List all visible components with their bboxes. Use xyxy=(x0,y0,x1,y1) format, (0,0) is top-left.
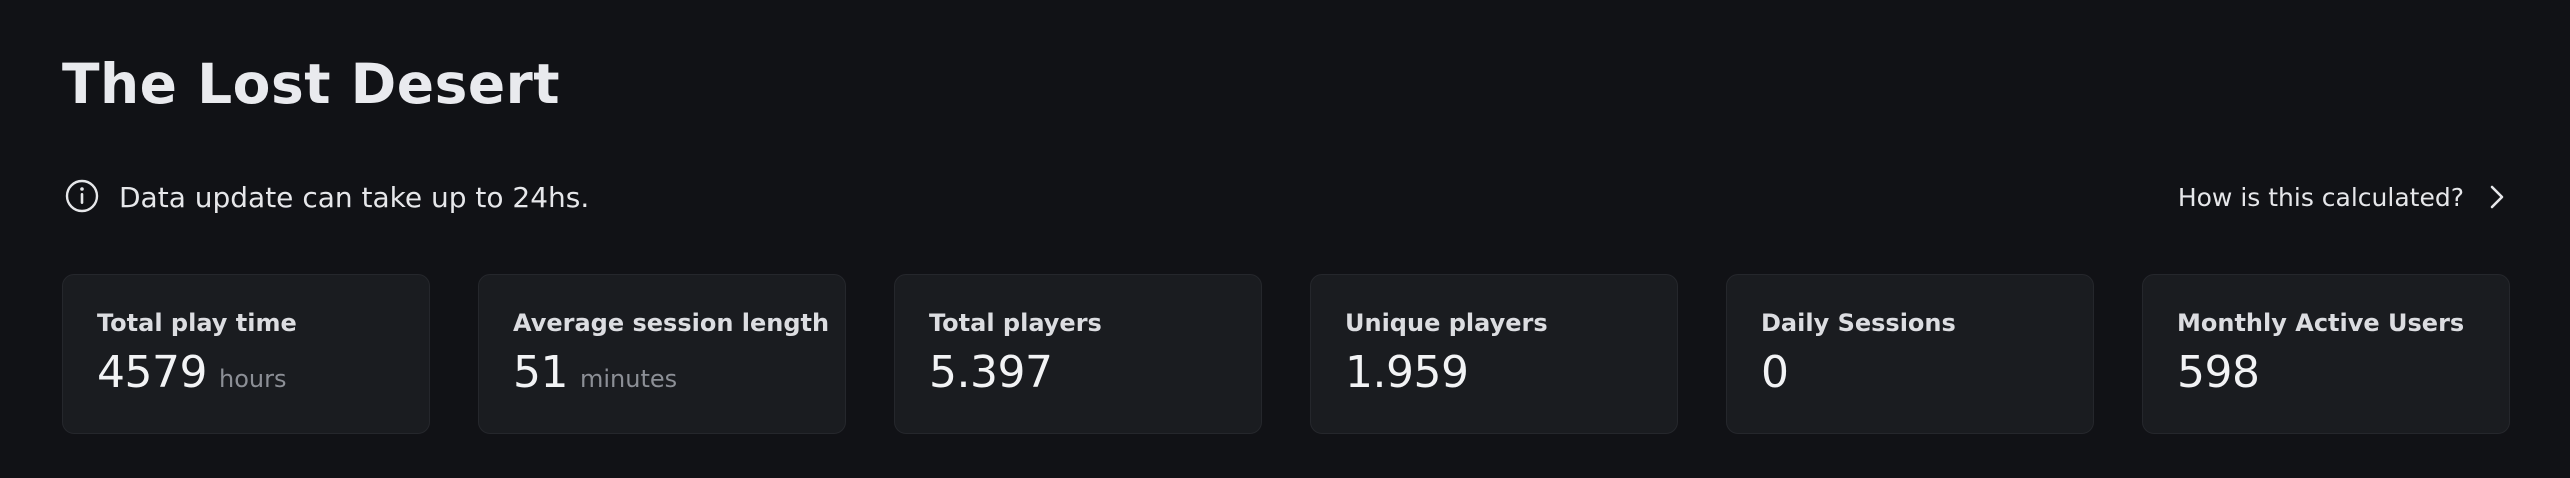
stat-value: 5.397 xyxy=(929,347,1053,398)
stat-card-total-play-time: Total play time 4579 hours xyxy=(62,274,430,434)
page-title: The Lost Desert xyxy=(62,52,561,116)
stat-value: 4579 xyxy=(97,347,207,398)
game-stats-page: The Lost Desert Data update can take up … xyxy=(0,0,2570,478)
stat-value-line: 0 xyxy=(1761,347,1789,398)
notice-text: Data update can take up to 24hs. xyxy=(119,181,590,214)
stat-value: 1.959 xyxy=(1345,347,1469,398)
stat-value: 0 xyxy=(1761,347,1789,398)
info-icon xyxy=(64,178,100,214)
stat-value-line: 51 minutes xyxy=(513,347,677,398)
stat-card-daily-sessions: Daily Sessions 0 xyxy=(1726,274,2094,434)
stats-cards: Total play time 4579 hours Average sessi… xyxy=(62,274,2510,434)
stat-label: Unique players xyxy=(1345,309,1548,337)
help-link-label: How is this calculated? xyxy=(2177,182,2464,212)
stat-unit: hours xyxy=(218,365,287,393)
stat-card-total-players: Total players 5.397 xyxy=(894,274,1262,434)
stat-label: Average session length xyxy=(513,309,830,337)
stat-card-unique-players: Unique players 1.959 xyxy=(1310,274,1678,434)
data-update-notice: Data update can take up to 24hs. How is … xyxy=(62,172,2508,224)
stat-value: 598 xyxy=(2177,347,2260,398)
stat-label: Daily Sessions xyxy=(1761,309,1956,337)
stat-label: Monthly Active Users xyxy=(2177,309,2465,337)
stat-card-monthly-active-users: Monthly Active Users 598 xyxy=(2142,274,2510,434)
stat-value-line: 4579 hours xyxy=(97,347,286,398)
stat-value: 51 xyxy=(513,347,569,398)
stat-value-line: 598 xyxy=(2177,347,2260,398)
stat-label: Total play time xyxy=(97,309,297,337)
how-is-this-calculated-link[interactable]: How is this calculated? xyxy=(2178,176,2508,218)
stat-label: Total players xyxy=(929,309,1102,337)
chevron-right-icon xyxy=(2486,184,2508,210)
stat-unit: minutes xyxy=(580,365,678,393)
stat-card-average-session-length: Average session length 51 minutes xyxy=(478,274,846,434)
stat-value-line: 1.959 xyxy=(1345,347,1469,398)
stat-value-line: 5.397 xyxy=(929,347,1053,398)
